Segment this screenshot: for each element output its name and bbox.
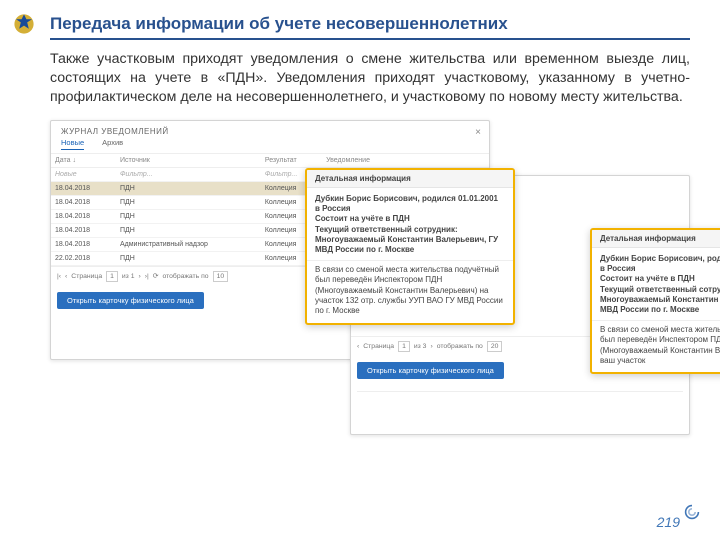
slide-title: Передача информации об учете несовершенн… [50,14,690,40]
open-card-button[interactable]: Открыть карточку физического лица [357,362,504,379]
emblem-icon [8,8,40,40]
slide-body: Также участковым приходят уведомления о … [50,50,690,108]
callout-body: В связи со сменой места жительства подуч… [600,325,720,367]
person-name: Дубкин Борис Борисович, родился 01.01.20… [315,194,505,215]
refresh-icon[interactable]: ⟳ [153,272,159,280]
pager-next-icon[interactable]: › [138,273,140,280]
detail-callout: Детальная информация Дубкин Борис Борисо… [590,228,720,375]
status-line: Состоит на учёте в ПДН [315,214,505,224]
pager-first-icon[interactable]: |‹ [57,273,61,280]
col-date[interactable]: Дата ↓ [51,154,116,168]
detail-callout: Детальная информация Дубкин Борис Борисо… [305,168,515,325]
close-icon[interactable]: × [475,127,481,138]
filter-input[interactable]: Фильтр... [116,167,261,181]
status-line: Состоит на учёте в ПДН [600,274,720,284]
page-input[interactable]: 1 [106,271,118,282]
pager-prev-icon[interactable]: ‹ [357,343,359,350]
pager-next-icon[interactable]: › [430,343,432,350]
page-number: 219 [657,514,680,530]
col-notification[interactable]: Уведомление [322,154,489,168]
per-page-select[interactable]: 10 [213,271,229,282]
journal-title: ЖУРНАЛ УВЕДОМЛЕНИЙ [51,121,489,138]
pager-last-icon[interactable]: ›| [145,273,149,280]
tab-bar: Новые Архив [51,138,489,154]
callout-title: Детальная информация [592,230,720,248]
pager-prev-icon[interactable]: ‹ [65,273,67,280]
filter-input[interactable]: Новые [51,167,116,181]
callout-body: В связи со сменой места жительства подуч… [315,265,505,317]
page-input[interactable]: 1 [398,341,410,352]
callout-title: Детальная информация [307,170,513,188]
screenshot-stage: × ЖУРНАЛ УВЕДОМЛЕНИЙ Новые Архив Дата ↓ … [50,120,690,450]
per-page-select[interactable]: 20 [487,341,503,352]
open-card-button[interactable]: Открыть карточку физического лица [57,292,204,309]
tab-new[interactable]: Новые [61,138,84,150]
decorative-swirl-icon [684,504,700,520]
tab-archive[interactable]: Архив [102,138,123,150]
col-result[interactable]: Результат [261,154,322,168]
person-name: Дубкин Борис Борисович, родился 01.01.20… [600,254,720,275]
col-source[interactable]: Источник [116,154,261,168]
